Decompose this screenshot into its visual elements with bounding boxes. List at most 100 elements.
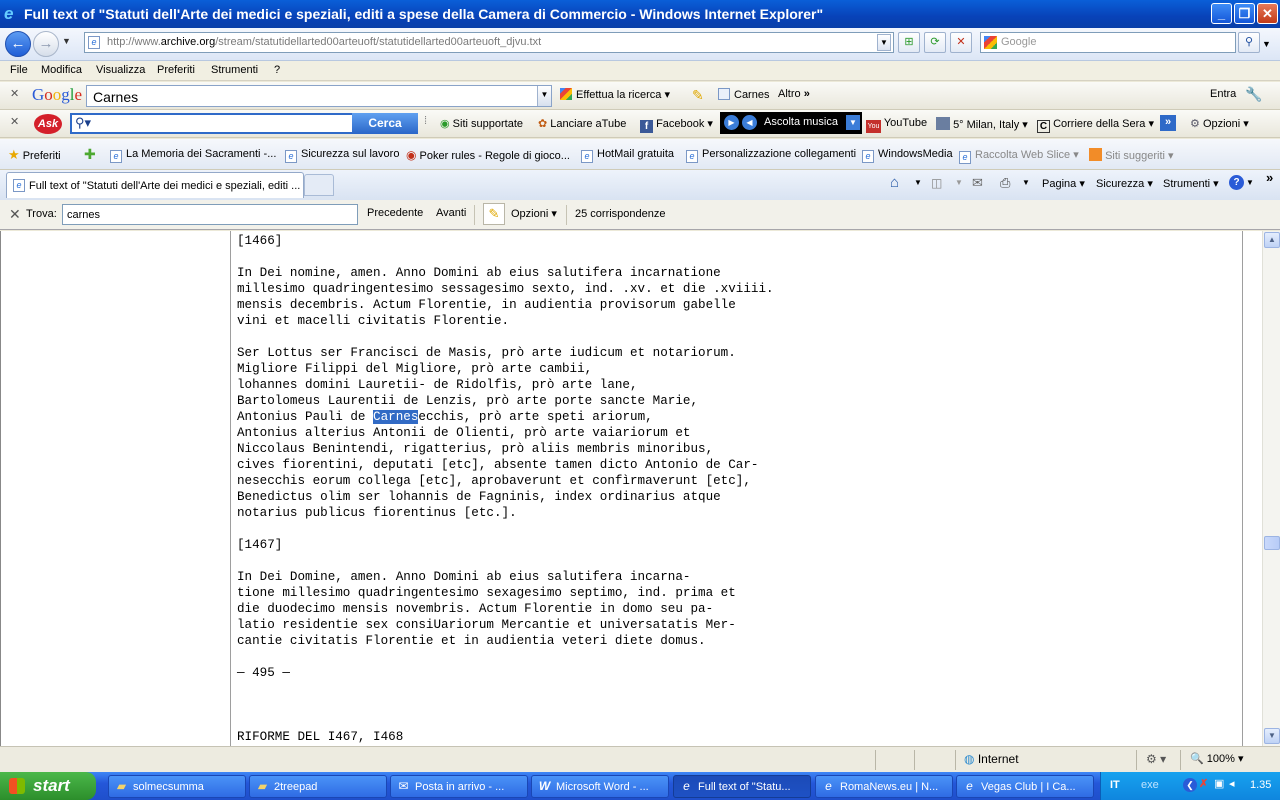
tab-active[interactable]: e Full text of "Statuti dell'Arte dei me… (6, 172, 304, 198)
highlighter-icon[interactable]: ✎ (692, 87, 704, 104)
mail-icon[interactable]: ✉ (972, 175, 983, 191)
network-icon[interactable]: ▣ (1214, 777, 1224, 790)
zoom-control[interactable]: 🔍 100% ▾ (1190, 752, 1243, 765)
google-logo[interactable]: Google (32, 85, 82, 105)
google-search-input[interactable]: Carnes ▼ (86, 85, 552, 107)
volume-icon[interactable]: ◀ (742, 115, 757, 130)
page-content[interactable]: [1466] In Dei nomine, amen. Anno Domini … (0, 231, 1262, 746)
menu-strumenti[interactable]: Strumenti (211, 64, 258, 76)
music-dropdown-icon[interactable]: ▼ (846, 115, 860, 130)
home-dropdown-icon[interactable]: ▼ (914, 178, 922, 187)
fav-item-suggeriti[interactable]: Siti suggeriti ▾ (1089, 148, 1174, 162)
google-signin-button[interactable]: Entra (1210, 88, 1236, 100)
close-find-icon[interactable]: ✕ (9, 206, 21, 223)
find-next-button[interactable]: Avanti (436, 207, 466, 219)
fav-item-personalizzazione[interactable]: e Personalizzazione collegamenti (686, 148, 856, 163)
refresh-icon[interactable]: ⟳ (924, 32, 946, 53)
feeds-dropdown-icon[interactable]: ▼ (955, 178, 963, 187)
stop-icon[interactable]: ✕ (950, 32, 972, 53)
menu-visualizza[interactable]: Visualizza (96, 64, 145, 76)
menu-modifica[interactable]: Modifica (41, 64, 82, 76)
window-titlebar[interactable]: e Full text of "Statuti dell'Arte dei me… (0, 0, 1280, 28)
favorites-button[interactable]: ★ Preferiti (8, 147, 61, 163)
zone-indicator[interactable]: ◍ Internet (964, 752, 1019, 766)
ask-logo[interactable]: Ask (34, 114, 62, 134)
print-icon[interactable]: ⎙ (1000, 175, 1010, 191)
taskbar-item-romanews[interactable]: e RomaNews.eu | N... (815, 775, 953, 798)
ask-search-input[interactable]: ⚲▾ (70, 113, 354, 134)
help-dropdown-icon[interactable]: ▼ (1246, 178, 1254, 187)
history-dropdown-icon[interactable]: ▼ (62, 36, 71, 46)
scroll-up-icon[interactable]: ▲ (1264, 232, 1280, 248)
taskbar-item-solmecsumma[interactable]: ▰ solmecsumma (108, 775, 246, 798)
menu-preferiti[interactable]: Preferiti (157, 64, 195, 76)
address-dropdown-icon[interactable]: ▼ (877, 34, 891, 51)
taskbar-item-ie-active[interactable]: e Full text of "Statu... (673, 775, 811, 798)
google-dropdown-icon[interactable]: ▼ (537, 86, 551, 106)
close-toolbar-icon[interactable]: ✕ (10, 87, 19, 100)
new-tab-button[interactable] (304, 174, 334, 196)
scroll-thumb[interactable] (1264, 536, 1280, 550)
help-icon[interactable]: ? (1229, 175, 1244, 190)
play-icon[interactable]: ▶ (724, 115, 739, 130)
google-search-button[interactable]: Effettua la ricerca ▾ (560, 88, 670, 101)
fav-item-windowsmedia[interactable]: e WindowsMedia (862, 148, 953, 163)
search-options-icon[interactable]: ▼ (1262, 39, 1271, 49)
google-more-button[interactable]: Altro » (778, 88, 810, 100)
menu-file[interactable]: File (10, 64, 28, 76)
taskbar-item-vegas[interactable]: e Vegas Club | I Ca... (956, 775, 1094, 798)
menu-sicurezza[interactable]: Sicurezza ▾ (1096, 177, 1153, 190)
search-box[interactable]: Google (980, 32, 1236, 53)
fav-item-sicurezza[interactable]: e Sicurezza sul lavoro (285, 148, 399, 163)
compatibility-icon[interactable]: ⊞ (898, 32, 920, 53)
find-prev-button[interactable]: Precedente (367, 207, 423, 219)
ask-item-weather[interactable]: 5° Milan, Italy ▾ (936, 117, 1028, 131)
forward-button[interactable]: → (33, 31, 59, 57)
taskbar-item-posta[interactable]: ✉ Posta in arrivo - ... (390, 775, 528, 798)
find-input[interactable]: carnes (62, 204, 358, 225)
wrench-icon[interactable]: 🔧 (1245, 86, 1262, 103)
close-button[interactable]: ✕ (1257, 3, 1278, 24)
ask-item-siti[interactable]: ◉ Siti supportate (440, 117, 523, 130)
ask-more-icon[interactable]: » (1160, 115, 1176, 131)
protected-mode-icon[interactable]: ⚙ ▾ (1146, 752, 1166, 766)
taskbar-item-word[interactable]: W Microsoft Word - ... (531, 775, 669, 798)
highlight-matches-icon[interactable]: ✎ (483, 203, 505, 225)
music-player[interactable]: ▶ ◀ Ascolta musica ▼ (720, 112, 862, 134)
volume-tray-icon[interactable]: ◂ (1229, 777, 1235, 790)
add-favorite-icon[interactable]: ✚ (84, 146, 96, 163)
menu-help[interactable]: ? (274, 64, 280, 76)
clock[interactable]: 1.35 (1250, 779, 1271, 791)
ask-item-atube[interactable]: ✿ Lanciare aTube (538, 117, 626, 130)
ask-item-news[interactable]: C Corriere della Sera ▾ (1037, 117, 1154, 133)
ask-search-button[interactable]: Cerca (352, 113, 418, 134)
fav-item-webslice[interactable]: e Raccolta Web Slice ▾ (959, 148, 1079, 164)
tray-back-icon[interactable]: ❮ (1183, 778, 1197, 792)
fav-item-poker[interactable]: ◉ Poker rules - Regole di gioco... (406, 148, 570, 162)
chevron-more-icon[interactable]: » (1266, 170, 1273, 185)
taskbar-item-treepad[interactable]: ▰ 2treepad (249, 775, 387, 798)
start-button[interactable]: start (0, 772, 96, 800)
menu-pagina[interactable]: Pagina ▾ (1042, 177, 1085, 190)
vertical-scrollbar[interactable]: ▲ ▼ (1262, 231, 1280, 746)
fav-item-hotmail[interactable]: e HotMail gratuita (581, 148, 674, 163)
close-ask-toolbar-icon[interactable]: ✕ (10, 115, 19, 128)
search-go-icon[interactable]: ⚲ (1238, 32, 1260, 53)
address-bar[interactable]: e http://www.archive.org/stream/statutid… (84, 32, 894, 53)
minimize-button[interactable]: _ (1211, 3, 1232, 24)
menu-strumenti-cmd[interactable]: Strumenti ▾ (1163, 177, 1219, 190)
ask-item-facebook[interactable]: f Facebook ▾ (640, 117, 713, 133)
find-options-button[interactable]: Opzioni ▾ (511, 207, 557, 220)
scroll-down-icon[interactable]: ▼ (1264, 728, 1280, 744)
ask-item-youtube[interactable]: You YouTube (866, 117, 927, 133)
feeds-icon[interactable]: ◫ (931, 176, 942, 190)
fav-item-memoria[interactable]: e La Memoria dei Sacramenti -... (110, 148, 276, 163)
language-indicator[interactable]: IT (1110, 779, 1120, 791)
home-icon[interactable]: ⌂ (890, 174, 899, 191)
maximize-button[interactable]: ❐ (1234, 3, 1255, 24)
back-button[interactable]: ← (5, 31, 31, 57)
antivirus-icon[interactable]: ✗ (1199, 777, 1208, 790)
google-highlight-term[interactable]: Carnes (718, 88, 769, 101)
print-dropdown-icon[interactable]: ▼ (1022, 178, 1030, 187)
ask-options-button[interactable]: ⚙ Opzioni ▾ (1190, 117, 1249, 130)
